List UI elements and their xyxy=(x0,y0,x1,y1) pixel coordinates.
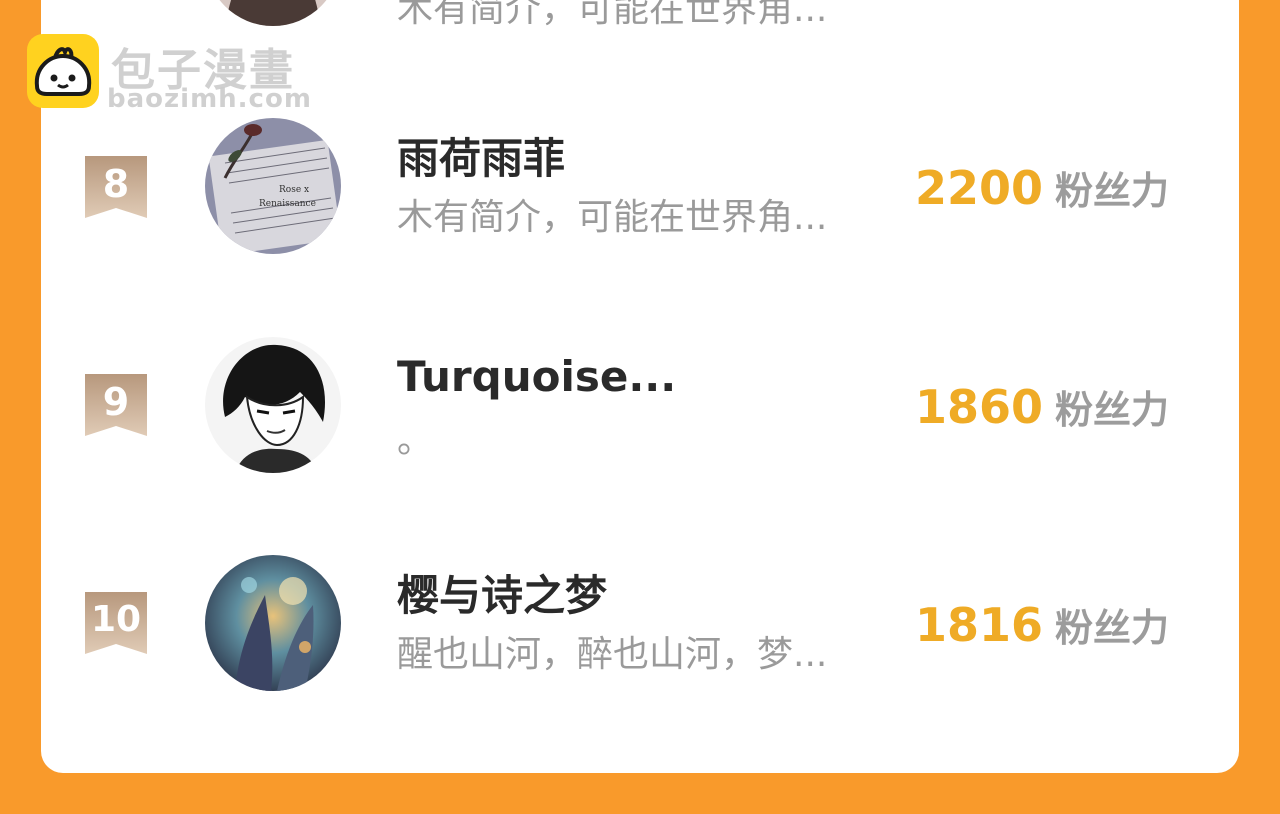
rank-badge: 8 xyxy=(85,156,147,218)
rank-badge: 9 xyxy=(85,374,147,436)
user-description: 木有简介，可能在世界角... xyxy=(397,197,828,238)
user-name[interactable]: Turquoise... xyxy=(397,352,676,402)
baozi-logo-icon xyxy=(27,34,99,108)
fans-score: 2200 粉丝力 xyxy=(915,162,1169,225)
fans-score: 1816 粉丝力 xyxy=(915,599,1169,662)
ranking-row-8[interactable]: 8 Rose x Renaissance 雨荷雨菲 木有简介，可能在世界角...… xyxy=(0,118,1280,268)
avatar[interactable] xyxy=(205,0,341,26)
rank-number: 10 xyxy=(90,599,142,640)
user-name[interactable]: 雨荷雨菲 xyxy=(397,134,565,184)
fans-number: 1816 xyxy=(914,598,1043,652)
fans-label: 粉丝力 xyxy=(1054,388,1169,432)
user-description: 木有简介，可能在世界角... xyxy=(397,0,828,30)
avatar[interactable] xyxy=(205,555,341,691)
avatar[interactable] xyxy=(205,337,341,473)
svg-text:Renaissance: Renaissance xyxy=(259,199,316,209)
ranking-row-10[interactable]: 10 樱与诗之梦 醒也山河，醉也山河，梦... 1816 粉丝力 xyxy=(0,555,1280,705)
user-description: 醒也山河，醉也山河，梦... xyxy=(397,634,828,675)
svg-text:Rose x: Rose x xyxy=(279,185,309,195)
watermark-url: baozimh.com xyxy=(107,84,312,114)
avatar[interactable]: Rose x Renaissance xyxy=(205,118,341,254)
ranking-row-9[interactable]: 9 Turquoise... 。 1860 粉丝力 xyxy=(0,337,1280,487)
fans-number: 1860 xyxy=(914,380,1043,434)
fans-label: 粉丝力 xyxy=(1054,169,1169,213)
user-name[interactable]: 樱与诗之梦 xyxy=(397,571,607,621)
user-description: 。 xyxy=(397,420,434,461)
rank-number: 8 xyxy=(102,162,130,206)
fans-label: 粉丝力 xyxy=(1054,606,1169,650)
fans-score: 1860 粉丝力 xyxy=(915,381,1169,444)
fans-number: 2200 xyxy=(914,161,1043,215)
rank-number: 9 xyxy=(102,380,130,424)
watermark: 包子漫畫 baozimh.com xyxy=(27,34,327,114)
rank-badge: 10 xyxy=(85,592,147,654)
